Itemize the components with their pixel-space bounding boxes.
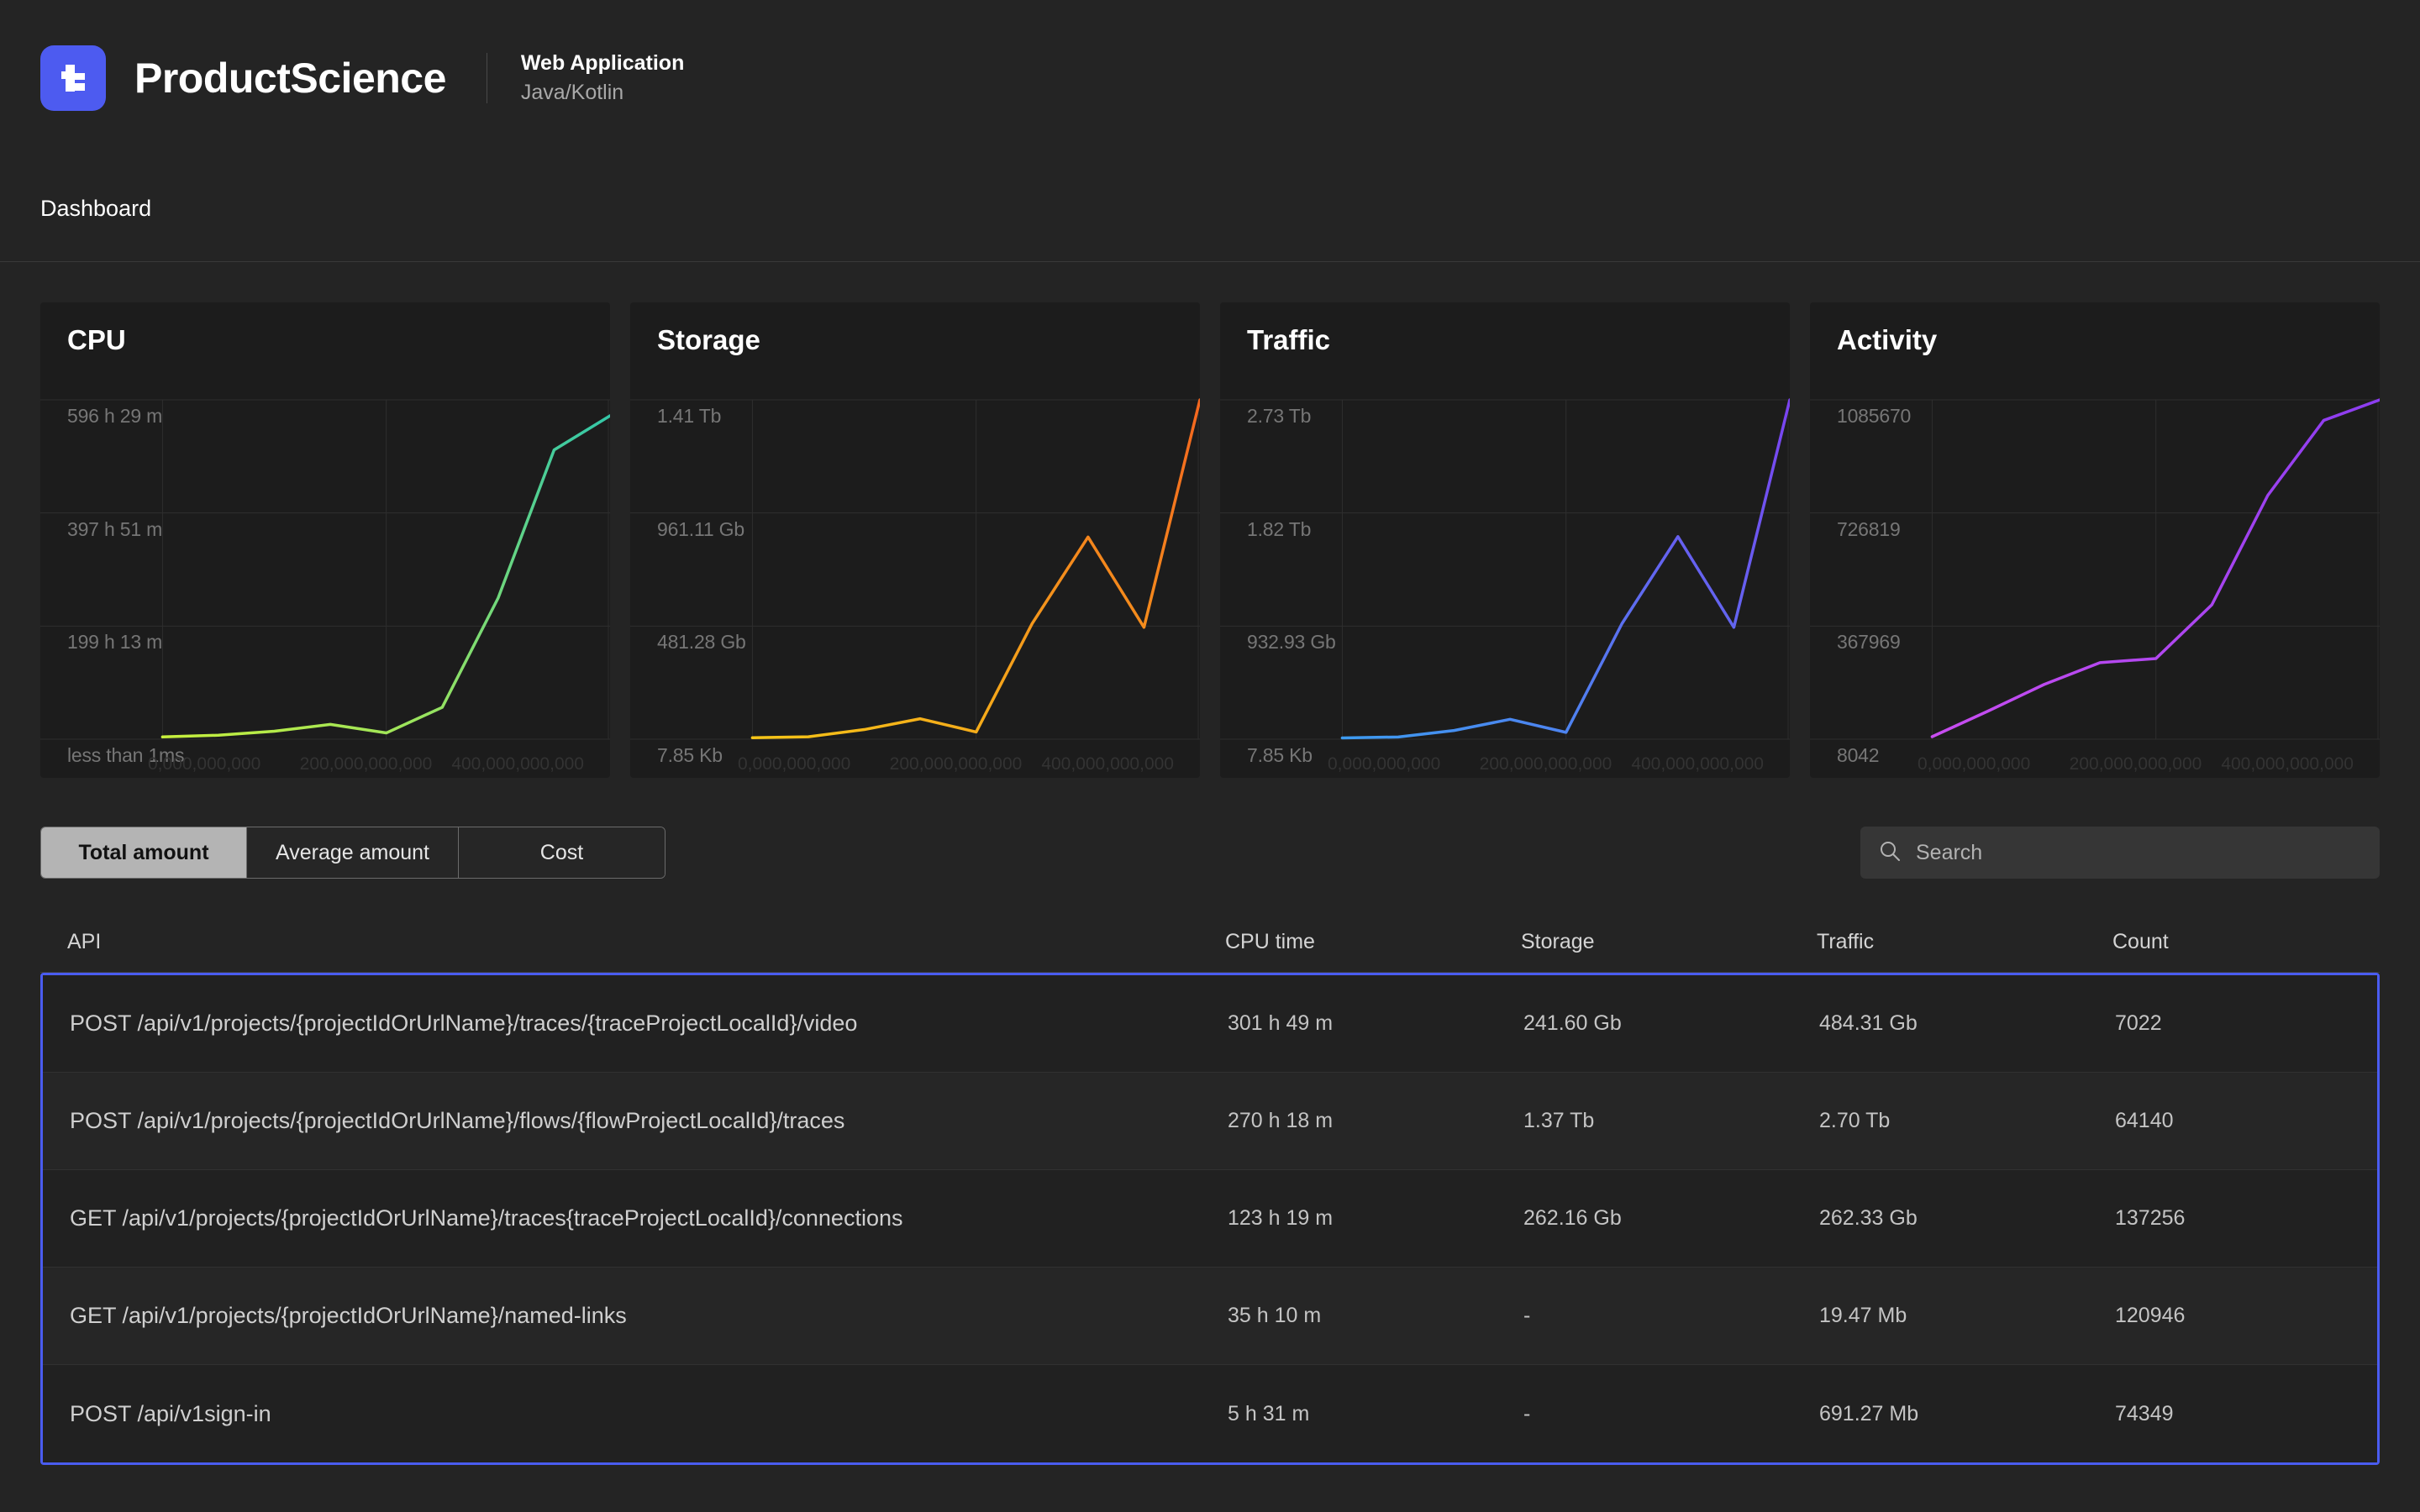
chart-plot-area: 1085670 726819 367969 8042 0,000,000,000 200,… [1810,381,2380,778]
chart-title: Traffic [1247,324,1331,355]
y-axis-tick-label: 726819 [1837,517,1901,540]
y-axis-tick-label: 7.85 Kb [657,744,723,766]
table-controls: Total amount Average amount Cost Search [0,815,2420,890]
x-axis-tick-label: 0,000,000,000 [1328,754,1441,774]
amount-mode-segmented-control[interactable]: Total amount Average amount Cost [40,827,666,879]
x-axis-tick-label: 0,000,000,000 [1918,754,2031,774]
storage-cell: - [1523,1401,1531,1425]
y-axis-tick-label: 1.41 Tb [657,405,722,427]
brand-name: ProductScience [134,55,446,102]
chart-card-cpu: CPU 596 h 29 m 397 h 51 m 199 h 13 m less th… [40,302,610,778]
count-cell: 137256 [2115,1206,2186,1230]
metric-charts-row: CPU 596 h 29 m 397 h 51 m 199 h 13 m less th… [0,262,2420,815]
app-type-label: Web Application [520,51,685,75]
y-axis-tick-label: 932.93 Gb [1247,631,1336,654]
productscience-logo-icon [40,45,106,111]
api-endpoint-cell: POST /api/v1sign-in [70,1400,271,1426]
search-icon [1879,840,1901,866]
y-axis-tick-label: 8042 [1837,744,1880,766]
traffic-cell: 19.47 Mb [1819,1304,1907,1327]
tab-total-amount[interactable]: Total amount [41,827,247,878]
table-header-row: API CPU time Storage Traffic Count [40,912,2380,973]
y-axis-tick-label: 1.82 Tb [1247,517,1312,540]
table-row[interactable]: POST /api/v1/projects/{projectIdOrUrlNam… [43,975,2377,1073]
chart-plot-area: 596 h 29 m 397 h 51 m 199 h 13 m less than … [40,381,610,778]
x-axis-tick-label: 200,000,000,000 [1479,754,1612,774]
y-axis-tick-label: 7.85 Kb [1247,744,1313,766]
chart-card-activity: Activity 1085670 726819 367969 8042 0,000,000… [1810,302,2380,778]
x-axis-tick-label: 0,000,000,000 [148,754,261,774]
breadcrumb: Dashboard [0,156,2420,262]
count-cell: 74349 [2115,1401,2174,1425]
storage-cell: - [1523,1304,1531,1327]
count-cell: 7022 [2115,1011,2162,1035]
tech-stack-label: Java/Kotlin [520,81,624,104]
column-header-traffic[interactable]: Traffic [1817,930,2112,954]
traffic-cell: 484.31 Gb [1819,1011,1918,1035]
cpu-time-cell: 270 h 18 m [1228,1109,1334,1132]
search-input[interactable]: Search [1860,827,2380,879]
x-axis-tick-label: 400,000,000,000 [2221,754,2354,774]
chart-title: Storage [657,324,760,355]
tab-average-amount[interactable]: Average amount [247,827,459,878]
count-cell: 120946 [2115,1304,2186,1327]
chart-title: CPU [67,324,126,355]
cpu-time-cell: 5 h 31 m [1228,1401,1310,1425]
chart-card-traffic: Traffic 2.73 Tb 1.82 Tb 932.93 Gb 7.85 Kb 0,0… [1220,302,1790,778]
cpu-time-cell: 301 h 49 m [1228,1011,1334,1035]
chart-plot-area: 1.41 Tb 961.11 Gb 481.28 Gb 7.85 Kb 0,000,00… [630,381,1200,778]
traffic-cell: 2.70 Tb [1819,1109,1891,1132]
x-axis-tick-label: 400,000,000,000 [1041,754,1174,774]
table-row[interactable]: POST /api/v1/projects/{projectIdOrUrlNam… [43,1073,2377,1170]
y-axis-tick-label: 596 h 29 m [67,405,163,427]
api-endpoint-cell: GET /api/v1/projects/{projectIdOrUrlName… [70,1303,627,1328]
search-placeholder: Search [1916,840,1983,864]
traffic-cell: 691.27 Mb [1819,1401,1919,1425]
chart-plot-area: 2.73 Tb 1.82 Tb 932.93 Gb 7.85 Kb 0,000,000,… [1220,381,1790,778]
cpu-time-cell: 35 h 10 m [1228,1304,1322,1327]
tab-cost[interactable]: Cost [459,827,665,878]
storage-cell: 241.60 Gb [1523,1011,1622,1035]
column-header-storage[interactable]: Storage [1521,930,1817,954]
x-axis-tick-label: 200,000,000,000 [889,754,1023,774]
breadcrumb-item-dashboard[interactable]: Dashboard [40,196,151,222]
y-axis-tick-label: 1085670 [1837,405,1912,427]
x-axis-tick-label: 200,000,000,000 [299,754,433,774]
traffic-cell: 262.33 Gb [1819,1206,1918,1230]
y-axis-tick-label: 481.28 Gb [657,631,746,654]
app-header: ProductScience Web Application Java/Kotl… [0,0,2420,156]
table-row[interactable]: GET /api/v1/projects/{projectIdOrUrlName… [43,1268,2377,1365]
column-header-count[interactable]: Count [2112,930,2353,954]
api-endpoint-cell: POST /api/v1/projects/{projectIdOrUrlNam… [70,1011,858,1036]
api-endpoint-cell: GET /api/v1/projects/{projectIdOrUrlName… [70,1205,903,1231]
y-axis-tick-label: 961.11 Gb [657,517,744,540]
y-axis-tick-label: 367969 [1837,631,1901,654]
y-axis-tick-label: 199 h 13 m [67,631,163,654]
y-axis-tick-label: 2.73 Tb [1247,405,1312,427]
count-cell: 64140 [2115,1109,2174,1132]
api-usage-table: API CPU time Storage Traffic Count POST … [0,890,2420,1465]
api-endpoint-cell: POST /api/v1/projects/{projectIdOrUrlNam… [70,1108,845,1133]
cpu-time-cell: 123 h 19 m [1228,1206,1334,1230]
storage-cell: 1.37 Tb [1523,1109,1595,1132]
header-meta: Web Application Java/Kotlin [521,51,684,105]
column-header-api[interactable]: API [67,930,1225,954]
storage-cell: 262.16 Gb [1523,1206,1622,1230]
table-body: POST /api/v1/projects/{projectIdOrUrlNam… [40,973,2380,1465]
column-header-cpu-time[interactable]: CPU time [1225,930,1521,954]
x-axis-tick-label: 0,000,000,000 [738,754,851,774]
x-axis-tick-label: 400,000,000,000 [1631,754,1764,774]
x-axis-tick-label: 400,000,000,000 [451,754,584,774]
table-row[interactable]: GET /api/v1/projects/{projectIdOrUrlName… [43,1170,2377,1268]
y-axis-tick-label: 397 h 51 m [67,517,163,540]
x-axis-tick-label: 200,000,000,000 [2069,754,2202,774]
chart-card-storage: Storage 1.41 Tb 961.11 Gb 481.28 Gb 7.85 Kb 0… [630,302,1200,778]
chart-title: Activity [1837,324,1938,355]
table-row[interactable]: POST /api/v1sign-in 5 h 31 m - 691.27 Mb 743… [43,1365,2377,1462]
